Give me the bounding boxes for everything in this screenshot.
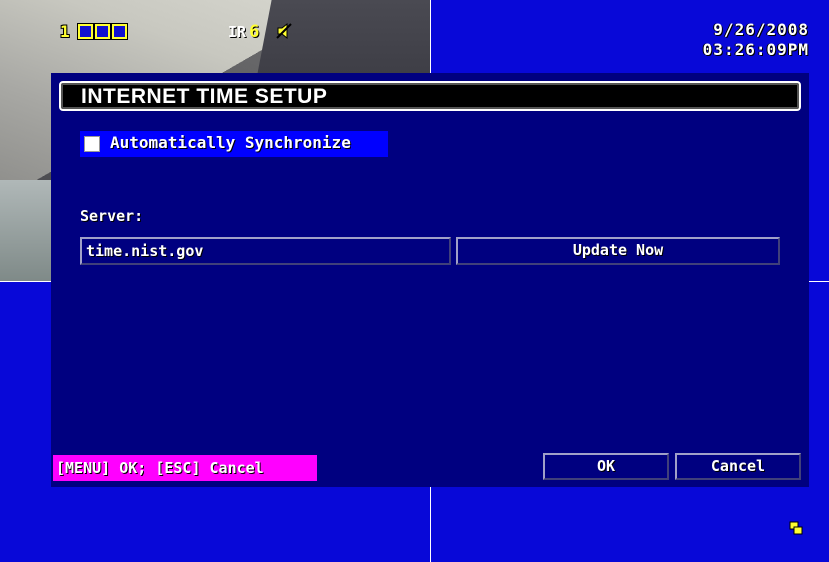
record-status-icon	[78, 24, 93, 39]
update-now-button[interactable]: Update Now	[456, 237, 780, 265]
channel-status-icons	[78, 24, 127, 39]
key-hint: [MENU] OK; [ESC] Cancel	[53, 455, 317, 481]
hdd-status-icon	[789, 521, 803, 535]
auto-sync-option[interactable]: Automatically Synchronize	[80, 131, 388, 157]
dialog-title-bar: INTERNET TIME SETUP	[59, 81, 801, 111]
channel-number: 1	[60, 22, 70, 41]
cancel-button[interactable]: Cancel	[675, 453, 801, 480]
ir-label: IR	[228, 23, 247, 41]
motion-status-icon	[95, 24, 110, 39]
auto-sync-label: Automatically Synchronize	[110, 133, 351, 152]
ok-button[interactable]: OK	[543, 453, 669, 480]
server-label: Server:	[80, 207, 144, 225]
time-text: 03:26:09PM	[702, 40, 809, 59]
ir-indicator: IR 6	[228, 22, 259, 42]
internet-time-setup-dialog: INTERNET TIME SETUP Automatically Synchr…	[51, 73, 809, 487]
date-text: 9/26/2008	[713, 20, 809, 39]
datetime-display: 9/26/2008 03:26:09PM	[703, 20, 809, 60]
speaker-muted-icon	[276, 22, 292, 40]
dialog-title: INTERNET TIME SETUP	[81, 85, 328, 108]
alarm-status-icon	[112, 24, 127, 39]
ir-value: 6	[249, 22, 260, 42]
server-input[interactable]: time.nist.gov	[80, 237, 451, 265]
auto-sync-checkbox[interactable]	[84, 136, 100, 152]
